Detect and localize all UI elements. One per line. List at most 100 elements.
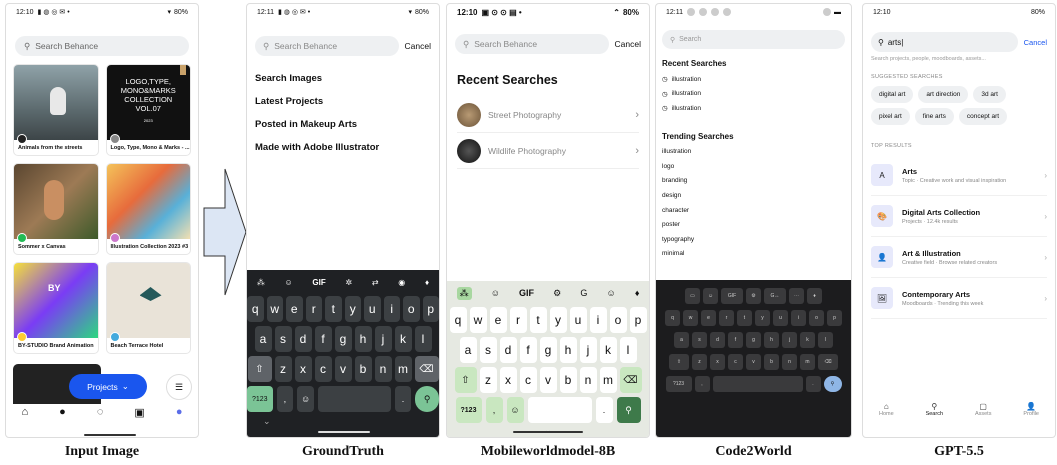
mic-icon[interactable]: ♦: [807, 288, 822, 304]
recent-item[interactable]: ◷ illustration: [662, 101, 845, 116]
suggestion-chip[interactable]: 3d art: [973, 86, 1006, 103]
projects-button[interactable]: Projects ⌄: [69, 374, 147, 399]
recent-item[interactable]: Wildlife Photography ›: [457, 133, 639, 169]
suggestion-item[interactable]: Made with Adobe Illustrator: [255, 136, 431, 159]
space-key[interactable]: [527, 397, 592, 423]
key-z[interactable]: z: [274, 356, 292, 382]
key-e[interactable]: e: [489, 307, 507, 333]
settings-icon[interactable]: ⚙: [553, 288, 561, 299]
search-key[interactable]: ⚲: [823, 376, 842, 392]
mic-icon[interactable]: ♦: [635, 288, 640, 298]
key-f[interactable]: f: [519, 337, 537, 363]
key-w[interactable]: w: [469, 307, 487, 333]
key-i[interactable]: i: [383, 296, 400, 322]
nav-assets[interactable]: ▢ Assets: [975, 402, 992, 417]
key-h[interactable]: h: [764, 332, 779, 348]
key-n[interactable]: n: [374, 356, 392, 382]
key-s[interactable]: s: [479, 337, 497, 363]
shift-key[interactable]: ⇧: [669, 354, 689, 370]
apps-icon[interactable]: ▭: [685, 288, 700, 304]
nav-home[interactable]: ⌂ Home: [879, 402, 894, 417]
key-a[interactable]: a: [459, 337, 477, 363]
key-r[interactable]: r: [509, 307, 527, 333]
key-b[interactable]: b: [354, 356, 372, 382]
suggestion-item[interactable]: Posted in Makeup Arts: [255, 113, 431, 136]
key-l[interactable]: l: [818, 332, 833, 348]
period-key[interactable]: .: [805, 376, 821, 392]
settings-icon[interactable]: ✲: [345, 278, 352, 287]
key-y[interactable]: y: [755, 310, 770, 326]
space-key[interactable]: [712, 376, 803, 392]
key-h[interactable]: h: [354, 326, 372, 352]
key-o[interactable]: o: [403, 296, 420, 322]
key-z[interactable]: z: [692, 354, 707, 370]
key-e[interactable]: e: [701, 310, 716, 326]
comma-key[interactable]: ,: [485, 397, 503, 423]
project-card[interactable]: Illustration Collection 2023 #3: [105, 163, 191, 255]
project-card[interactable]: Sommer x Canvas: [13, 163, 99, 255]
key-j[interactable]: j: [579, 337, 597, 363]
key-m[interactable]: m: [394, 356, 412, 382]
key-w[interactable]: w: [266, 296, 283, 322]
profile-icon[interactable]: ●: [176, 406, 183, 419]
key-x[interactable]: x: [710, 354, 725, 370]
key-u[interactable]: u: [364, 296, 381, 322]
key-u[interactable]: u: [569, 307, 587, 333]
key-t[interactable]: t: [737, 310, 752, 326]
trending-item[interactable]: typography: [662, 232, 845, 247]
space-key[interactable]: [317, 386, 391, 412]
key-y[interactable]: y: [344, 296, 361, 322]
project-card[interactable]: BY BY-STUDIO Brand Animation: [13, 262, 99, 354]
trending-item[interactable]: character: [662, 203, 845, 218]
search-key[interactable]: ⚲: [415, 386, 439, 412]
key-s[interactable]: s: [692, 332, 707, 348]
translate-icon[interactable]: G↔: [764, 288, 786, 304]
search-input[interactable]: ⚲ arts|: [871, 32, 1018, 52]
home-icon[interactable]: ⌂: [22, 406, 29, 419]
nav-search[interactable]: ⚲ Search: [926, 402, 943, 417]
key-k[interactable]: k: [599, 337, 617, 363]
trending-item[interactable]: illustration: [662, 145, 845, 160]
key-f[interactable]: f: [728, 332, 743, 348]
cancel-button[interactable]: Cancel: [615, 39, 641, 49]
key-x[interactable]: x: [499, 367, 517, 393]
filter-button[interactable]: ☰: [166, 374, 192, 400]
key-p[interactable]: p: [422, 296, 439, 322]
sticker-icon[interactable]: ☺: [285, 278, 293, 287]
key-k[interactable]: k: [394, 326, 412, 352]
key-h[interactable]: h: [559, 337, 577, 363]
result-item[interactable]: 👤 Art & Illustration Creative field · Brow…: [871, 237, 1047, 278]
portfolio-icon[interactable]: ▣: [134, 406, 144, 419]
suggestion-chip[interactable]: digital art: [871, 86, 914, 103]
key-q[interactable]: q: [247, 296, 264, 322]
key-t[interactable]: t: [529, 307, 547, 333]
period-key[interactable]: .: [394, 386, 412, 412]
suggestion-item[interactable]: Search Images: [255, 67, 431, 90]
suggestion-chip[interactable]: pixel art: [871, 108, 910, 125]
key-r[interactable]: r: [305, 296, 322, 322]
key-z[interactable]: z: [479, 367, 497, 393]
comma-key[interactable]: ,: [694, 376, 710, 392]
backspace-key[interactable]: ⌫: [414, 356, 439, 382]
trending-item[interactable]: logo: [662, 159, 845, 174]
key-i[interactable]: i: [589, 307, 607, 333]
key-o[interactable]: o: [809, 310, 824, 326]
nav-profile[interactable]: 👤 Profile: [1023, 402, 1039, 417]
key-l[interactable]: l: [414, 326, 432, 352]
key-t[interactable]: t: [325, 296, 342, 322]
key-e[interactable]: e: [286, 296, 303, 322]
key-d[interactable]: d: [294, 326, 312, 352]
key-c[interactable]: c: [519, 367, 537, 393]
gif-button[interactable]: GIF: [312, 278, 325, 287]
key-x[interactable]: x: [294, 356, 312, 382]
trending-item[interactable]: design: [662, 188, 845, 203]
key-n[interactable]: n: [782, 354, 797, 370]
recent-item[interactable]: ◷ illustration: [662, 72, 845, 87]
project-card[interactable]: LOGO,TYPE, MONO&MARKS COLLECTION VOL.07 …: [105, 64, 191, 156]
result-item[interactable]: 🎨 Digital Arts Collection Projects · 12.4k…: [871, 196, 1047, 237]
key-v[interactable]: v: [539, 367, 557, 393]
key-b[interactable]: b: [559, 367, 577, 393]
chevron-down-icon[interactable]: ⌄: [263, 416, 271, 427]
key-s[interactable]: s: [274, 326, 292, 352]
search-key[interactable]: ⚲: [616, 397, 641, 423]
